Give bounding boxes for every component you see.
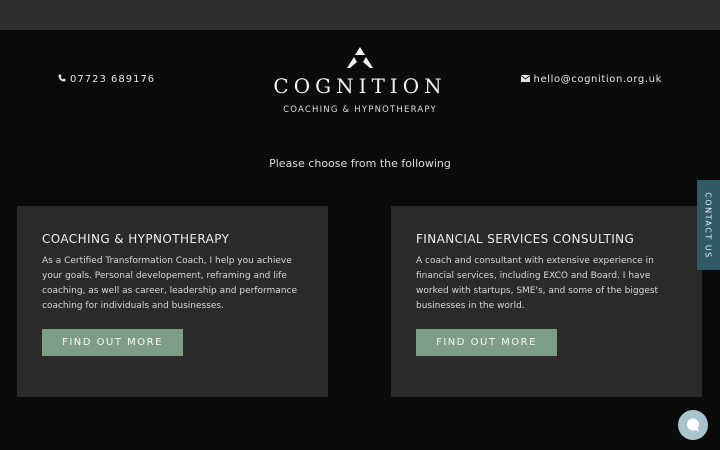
intro-text: Please choose from the following	[269, 157, 451, 170]
contact-us-tab[interactable]: CONTACT US	[697, 180, 720, 270]
email-address: hello@cognition.org.uk	[533, 74, 662, 85]
coaching-card: COACHING & HYPNOTHERAPY As a Certified T…	[17, 206, 328, 397]
card-title: COACHING & HYPNOTHERAPY	[42, 232, 230, 246]
find-out-more-button[interactable]: FIND OUT MORE	[416, 329, 557, 356]
brand-tagline: COACHING & HYPNOTHERAPY	[283, 105, 437, 115]
mail-icon	[520, 74, 530, 85]
card-text: As a Certified Transformation Coach, I h…	[42, 256, 298, 311]
chat-bubble-icon	[687, 418, 699, 432]
card-text: A coach and consultant with extensive ex…	[416, 256, 659, 311]
financial-card: FINANCIAL SERVICES CONSULTING A coach an…	[391, 206, 702, 397]
card-title: FINANCIAL SERVICES CONSULTING	[416, 232, 635, 246]
logo-triangle-icon	[347, 47, 373, 68]
contact-us-label: CONTACT US	[704, 191, 714, 259]
find-out-more-button[interactable]: FIND OUT MORE	[42, 329, 183, 356]
top-bar	[0, 0, 720, 30]
chat-button[interactable]	[678, 410, 708, 440]
email-link[interactable]: hello@cognition.org.uk	[520, 74, 663, 85]
